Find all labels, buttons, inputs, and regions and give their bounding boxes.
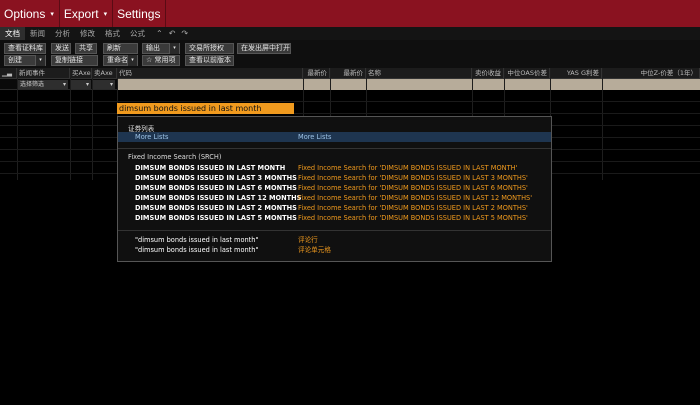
tab-formula[interactable]: 公式 (125, 27, 150, 40)
menu-export-label: Export (63, 6, 99, 21)
share-button[interactable]: 共享 (75, 43, 97, 54)
copy-link-label: 复制链接 (55, 56, 83, 64)
suggestion-title: DIMSUM BONDS ISSUED IN LAST 12 MONTHS (135, 194, 302, 202)
rename-label: 重命名 (107, 56, 128, 64)
comment-cell-label: 评论单元格 (298, 246, 331, 254)
tab-modify[interactable]: 修改 (75, 27, 100, 40)
chevron-down-icon[interactable]: ▾ (169, 43, 179, 54)
col-last-price[interactable]: 最新价 (303, 68, 330, 79)
favorites-button[interactable]: ☆ 常用项 (142, 55, 180, 66)
more-lists-label: More Lists (135, 133, 169, 141)
srch-suggestion-row[interactable]: DIMSUM BONDS ISSUED IN LAST 12 MONTHS Fi… (118, 193, 551, 203)
suggestion-description: Fixed Income Search for 'DIMSUM BONDS IS… (298, 174, 528, 182)
suggestion-title: DIMSUM BONDS ISSUED IN LAST 5 MONTHS (135, 214, 297, 222)
srch-suggestion-row[interactable]: DIMSUM BONDS ISSUED IN LAST 5 MONTHS Fix… (118, 213, 551, 223)
chevron-down-icon[interactable]: ▾ (35, 55, 45, 66)
divider (118, 230, 551, 231)
ribbon-tabs: 文档 新闻 分析 修改 格式 公式 ⌃ ↶ ↷ (0, 27, 700, 40)
menu-export[interactable]: Export ▾ (60, 0, 114, 27)
redo-icon[interactable]: ↷ (181, 29, 188, 38)
security-search-input[interactable]: dimsum bonds issued in last month (117, 103, 294, 114)
chevron-down-icon: ▾ (62, 81, 66, 88)
srch-suggestion-row[interactable]: DIMSUM BONDS ISSUED IN LAST 6 MONTHS Fix… (118, 183, 551, 193)
suggestion-description: Fixed Income Search for 'DIMSUM BONDS IS… (298, 184, 528, 192)
tab-document[interactable]: 文档 (0, 27, 25, 40)
comment-text: "dimsum bonds issued in last month" (135, 236, 259, 244)
exchange-auth-button[interactable]: 交易所授权 (185, 43, 234, 54)
menu-options-label: Options (4, 6, 46, 21)
suggestion-title: DIMSUM BONDS ISSUED IN LAST 3 MONTHS (135, 174, 297, 182)
col-mid-oas[interactable]: 中位OAS价差 (504, 68, 550, 79)
create-label: 创建 (8, 56, 22, 64)
srch-suggestion-row[interactable]: DIMSUM BONDS ISSUED IN LAST 3 MONTHS Fix… (118, 173, 551, 183)
tab-format[interactable]: 格式 (100, 27, 125, 40)
more-lists-row[interactable]: More Lists More Lists (118, 132, 551, 142)
output-button[interactable]: 输出 ▾ (142, 43, 180, 54)
suggestion-description: Fixed Income Search for 'DIMSUM BONDS IS… (298, 204, 528, 212)
col-code[interactable]: 代码 (117, 68, 303, 79)
srch-suggestion-row[interactable]: DIMSUM BONDS ISSUED IN LAST MONTH Fixed … (118, 163, 551, 173)
toolbar: 查看证料库 发送 共享 刷新 输出 ▾ 交易所授权 在发出屏中打开 创建 ▾ 复… (0, 40, 700, 68)
create-button[interactable]: 创建 ▾ (4, 55, 46, 66)
copy-link-button[interactable]: 复制链接 (51, 55, 98, 66)
filter-select[interactable]: 选择筛选 ▾ (18, 80, 68, 89)
open-new-screen-button[interactable]: 在发出屏中打开 (237, 43, 291, 54)
col-ask-axe[interactable]: 卖Axe (92, 68, 117, 79)
suggestion-description: Fixed Income Search for 'DIMSUM BONDS IS… (298, 214, 528, 222)
view-securities-button[interactable]: 查看证料库 (4, 43, 46, 54)
code-entry-row[interactable] (117, 79, 700, 90)
grid-header: ▁▃ 新闻事件 买Axe 卖Axe 代码 最新价 最新价 名称 卖价收益 中位O… (0, 68, 700, 79)
section-fixed-income-search: Fixed Income Search (SRCH) (128, 153, 222, 161)
menu-settings[interactable]: Settings (113, 0, 167, 27)
divider (118, 148, 551, 149)
grid-row-line (0, 113, 700, 114)
filter-select-label: 选择筛选 (20, 81, 45, 88)
autocomplete-popup: 证券列表 More Lists More Lists Fixed Income … (117, 116, 552, 262)
col-yas-g-spread[interactable]: YAS G利差 (550, 68, 602, 79)
srch-suggestion-row[interactable]: DIMSUM BONDS ISSUED IN LAST 2 MONTHS Fix… (118, 203, 551, 213)
refresh-button[interactable]: 刷新 (103, 43, 138, 54)
comment-row-suggestion[interactable]: "dimsum bonds issued in last month" 评论行 (118, 235, 551, 245)
collapse-icon[interactable]: ⌃ (156, 29, 163, 38)
menu-settings-label: Settings (117, 6, 161, 21)
view-previous-versions-button[interactable]: 查看以前版本 (185, 55, 234, 66)
suggestion-description: Fixed Income Search for 'DIMSUM BONDS IS… (298, 194, 533, 202)
send-button[interactable]: 发送 (51, 43, 71, 54)
signal-icon: ▁▃ (0, 68, 17, 79)
suggestion-title: DIMSUM BONDS ISSUED IN LAST 6 MONTHS (135, 184, 297, 192)
chevron-down-icon: ▾ (103, 10, 108, 18)
col-news-event[interactable]: 新闻事件 (17, 68, 70, 79)
col-ask-yield[interactable]: 卖价收益 (472, 68, 504, 79)
bid-axe-filter[interactable]: ▾ (71, 80, 91, 89)
comment-row-label: 评论行 (298, 236, 318, 244)
chevron-down-icon: ▾ (50, 10, 54, 18)
rename-button[interactable]: 重命名 ▾ (103, 55, 138, 66)
col-mid-z-spread[interactable]: 中位Z-价差（1年） (602, 68, 700, 79)
undo-icon[interactable]: ↶ (169, 29, 176, 38)
tab-analysis[interactable]: 分析 (50, 27, 75, 40)
comment-text: "dimsum bonds issued in last month" (135, 246, 259, 254)
menu-options[interactable]: Options ▾ (0, 0, 60, 27)
more-lists-description: More Lists (298, 133, 332, 141)
chevron-down-icon: ▾ (85, 81, 89, 88)
col-last-price-2[interactable]: 最新价 (330, 68, 366, 79)
tab-news[interactable]: 新闻 (25, 27, 50, 40)
grid-row-line (0, 101, 700, 102)
output-label: 输出 (146, 44, 160, 52)
comment-cell-suggestion[interactable]: "dimsum bonds issued in last month" 评论单元… (118, 245, 551, 255)
suggestion-description: Fixed Income Search for 'DIMSUM BONDS IS… (298, 164, 518, 172)
suggestion-title: DIMSUM BONDS ISSUED IN LAST MONTH (135, 164, 286, 172)
col-name[interactable]: 名称 (366, 68, 472, 79)
chevron-down-icon: ▾ (109, 81, 113, 88)
ask-axe-filter[interactable]: ▾ (93, 80, 115, 89)
suggestion-title: DIMSUM BONDS ISSUED IN LAST 2 MONTHS (135, 204, 297, 212)
chevron-down-icon[interactable]: ▾ (127, 55, 137, 66)
col-bid-axe[interactable]: 买Axe (70, 68, 92, 79)
menu-bar: Options ▾ Export ▾ Settings (0, 0, 700, 27)
